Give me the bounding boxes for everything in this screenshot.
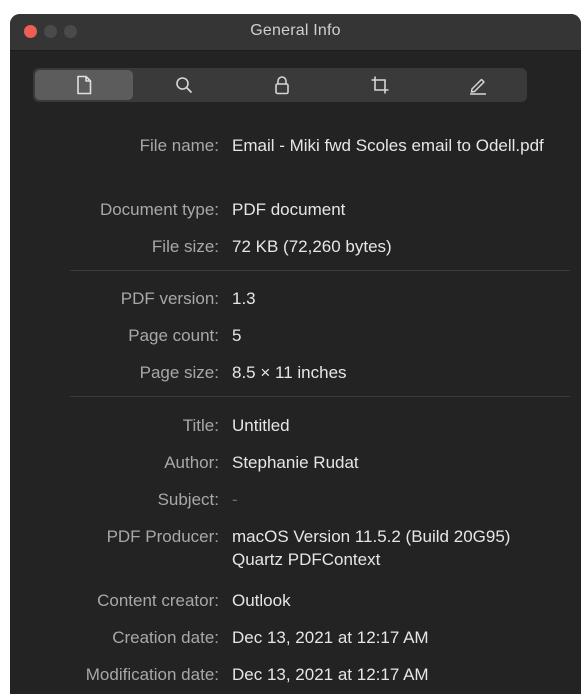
window-title: General Info	[250, 22, 341, 39]
general-info-window: General Info File name: Email - Miki fwd…	[10, 14, 581, 694]
file-size-label: File size:	[151, 237, 219, 256]
tab-crop[interactable]	[331, 68, 429, 102]
creation-date-label: Creation date:	[112, 628, 219, 647]
page-size-label: Page size:	[139, 363, 219, 382]
page-size-value: 8.5 × 11 inches	[232, 363, 347, 382]
title-bar[interactable]: General Info	[10, 14, 581, 51]
pdf-version-value: 1.3	[232, 289, 256, 308]
document-icon	[77, 75, 92, 95]
tab-annotations[interactable]	[429, 68, 527, 102]
search-icon	[176, 77, 192, 93]
lock-icon	[275, 76, 289, 95]
author-value: Stephanie Rudat	[232, 453, 359, 472]
title-label: Title:	[182, 416, 219, 435]
modification-date-label: Modification date:	[85, 665, 219, 684]
title-value: Untitled	[232, 416, 290, 435]
modification-date-value: Dec 13, 2021 at 12:17 AM	[232, 665, 429, 684]
file-name-label: File name:	[139, 136, 219, 155]
tab-encryption[interactable]	[233, 68, 331, 102]
tab-general-info[interactable]	[35, 70, 133, 100]
pencil-icon	[470, 78, 486, 95]
section-divider	[70, 396, 570, 397]
inspector-toolbar	[33, 68, 527, 102]
section-divider	[70, 270, 570, 271]
file-size-value: 72 KB (72,260 bytes)	[232, 237, 392, 256]
document-type-label: Document type:	[99, 200, 219, 219]
author-label: Author:	[164, 453, 219, 472]
page-count-value: 5	[232, 326, 242, 345]
creation-date-value: Dec 13, 2021 at 12:17 AM	[232, 628, 429, 647]
pdf-producer-label: PDF Producer:	[106, 527, 219, 546]
document-type-value: PDF document	[232, 200, 346, 219]
content-creator-label: Content creator:	[97, 591, 219, 610]
pdf-producer-value: macOS Version 11.5.2 (Build 20G95) Quart…	[232, 527, 511, 569]
pdf-version-label: PDF version:	[120, 289, 219, 308]
page-count-label: Page count:	[128, 326, 219, 345]
content-creator-value: Outlook	[232, 591, 291, 610]
file-name-value: Email - Miki fwd Scoles email to Odell.p…	[232, 136, 544, 155]
crop-icon	[371, 76, 389, 94]
subject-label: Subject:	[157, 490, 219, 509]
subject-value: -	[232, 490, 238, 509]
tab-search[interactable]	[135, 68, 233, 102]
